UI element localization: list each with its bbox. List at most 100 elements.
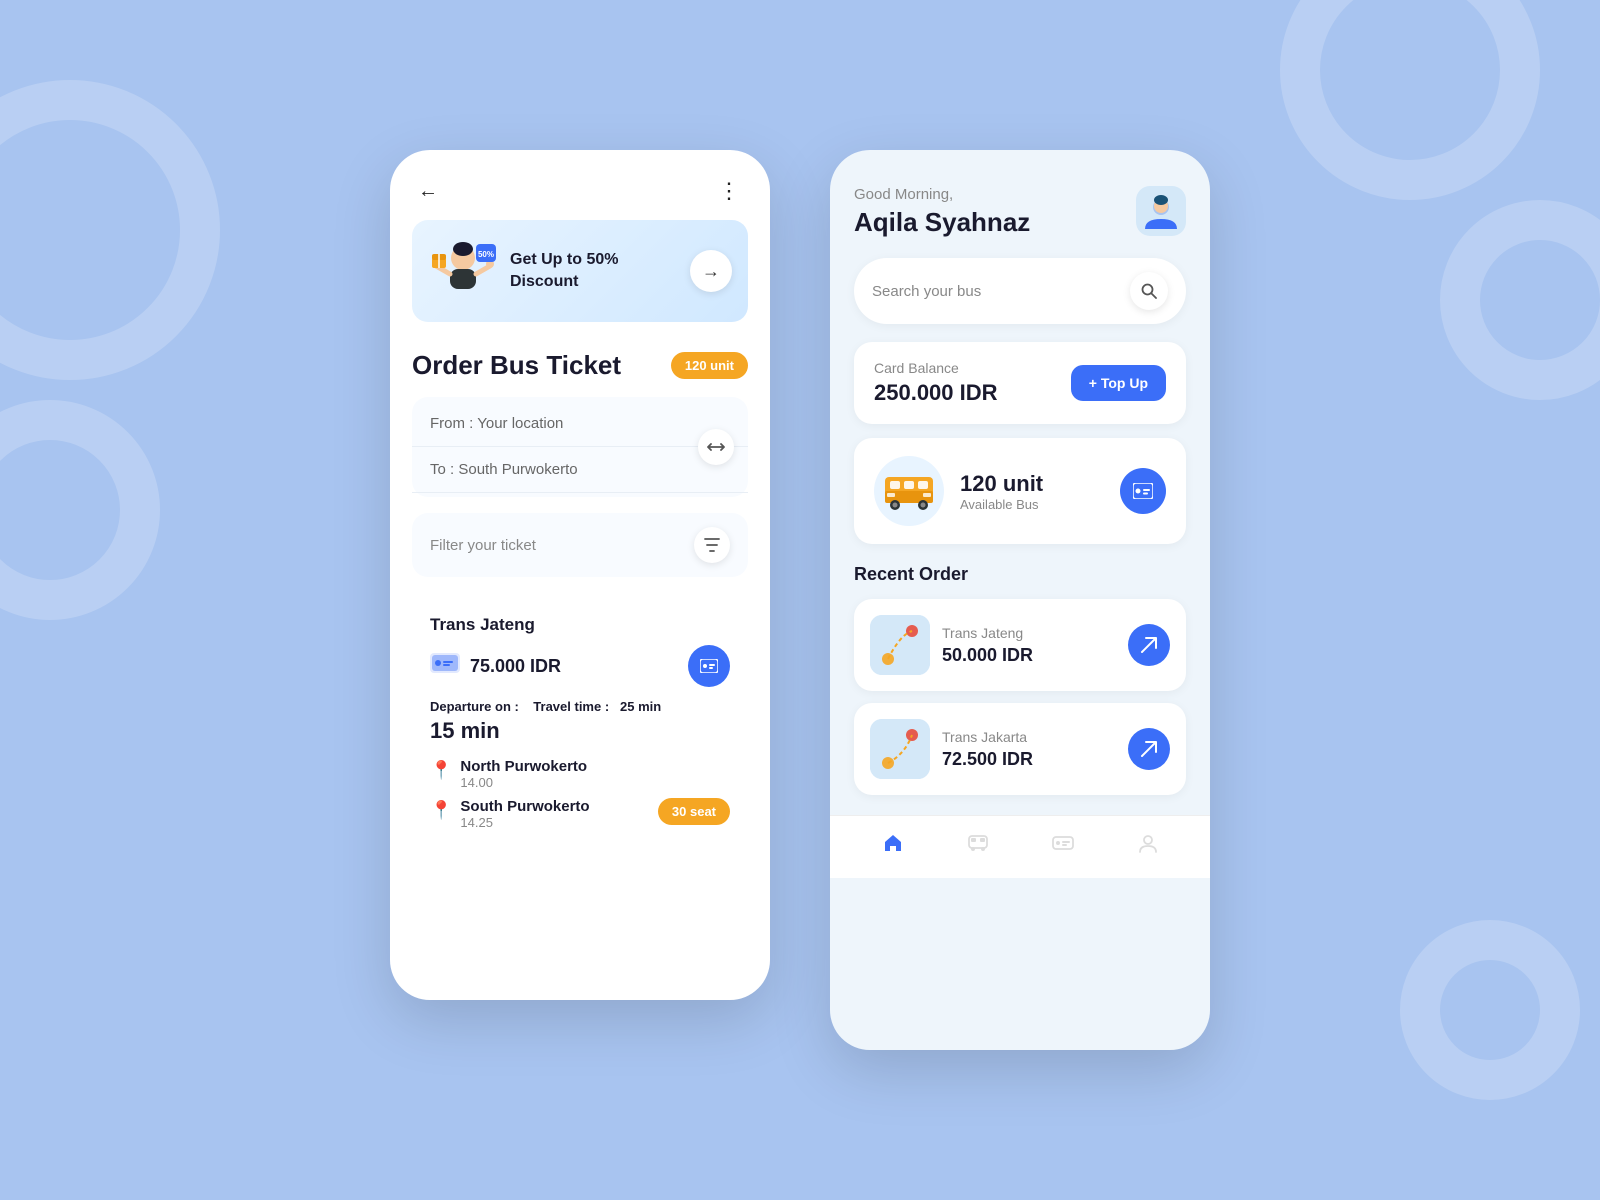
departure-info: Departure on : Travel time : 25 min: [430, 699, 730, 714]
stop-north-name: North Purwokerto: [460, 758, 587, 775]
buy-ticket-button[interactable]: [688, 645, 730, 687]
avatar[interactable]: [1136, 186, 1186, 236]
character-svg: 50%: [428, 236, 498, 306]
greeting-text: Good Morning,: [854, 186, 1030, 203]
location-section: From : Your location To : South Purwoker…: [412, 397, 748, 497]
home-header: Good Morning, Aqila Syahnaz: [854, 186, 1186, 238]
seat-badge: 30 seat: [658, 798, 730, 825]
filter-button[interactable]: [694, 527, 730, 563]
order-info-1: Trans Jateng 50.000 IDR: [942, 625, 1116, 666]
travel-time-value: 25 min: [620, 699, 661, 714]
nav-ticket[interactable]: [1052, 832, 1074, 862]
topup-button[interactable]: + Top Up: [1071, 365, 1166, 401]
more-options-button[interactable]: ⋮: [718, 178, 742, 204]
order-map-thumb-1: [870, 615, 930, 675]
order-card-1: Trans Jateng 50.000 IDR: [854, 599, 1186, 691]
bg-decoration-5: [1400, 920, 1580, 1100]
user-name: Aqila Syahnaz: [854, 207, 1030, 238]
bus-icon-container: [874, 456, 944, 526]
to-input[interactable]: To : South Purwokerto: [412, 447, 748, 493]
stop-south-info: South Purwokerto 14.25: [460, 798, 589, 830]
route-map-svg-2: [870, 719, 930, 779]
balance-amount: 250.000 IDR: [874, 380, 998, 406]
filter-label: Filter your ticket: [430, 537, 536, 554]
promo-description: Get Up to 50% Discount: [510, 249, 678, 294]
promo-banner: 50% Get Up to 50% Discount →: [412, 220, 748, 322]
promo-arrow-button[interactable]: →: [690, 250, 732, 292]
order-company-1: Trans Jateng: [942, 625, 1116, 641]
bus-icon-svg: [883, 471, 935, 511]
navigate-icon-2: [1140, 740, 1158, 758]
swap-locations-button[interactable]: [698, 429, 734, 465]
ticket-icon: [430, 653, 460, 679]
ticket-circle-icon: [1133, 483, 1153, 499]
home-svg: [882, 832, 904, 854]
order-title: Order Bus Ticket: [412, 350, 621, 381]
search-bar[interactable]: Search your bus: [854, 258, 1186, 324]
from-input[interactable]: From : Your location: [412, 401, 748, 447]
filter-icon: [704, 538, 720, 552]
bus-stats: 120 unit Available Bus: [944, 471, 1120, 512]
navigate-button-2[interactable]: [1128, 728, 1170, 770]
stop-south-name: South Purwokerto: [460, 798, 589, 815]
ticket-svg: [430, 653, 460, 673]
ticket-nav-icon: [1052, 832, 1074, 860]
route-map-svg-1: [870, 615, 930, 675]
order-title-row: Order Bus Ticket 120 unit: [390, 342, 770, 397]
stop-dot-blue: 📍: [430, 760, 452, 781]
search-placeholder-text: Search your bus: [872, 283, 1120, 300]
stop-south-time: 14.25: [460, 815, 589, 830]
stop-north-time: 14.00: [460, 775, 587, 790]
greeting-block: Good Morning, Aqila Syahnaz: [854, 186, 1030, 238]
search-icon: [1141, 283, 1157, 299]
swap-icon: [707, 438, 725, 456]
price-info: 75.000 IDR: [430, 653, 561, 679]
journey-duration: 15 min: [430, 718, 730, 744]
stop-north: 📍 North Purwokerto 14.00: [430, 758, 730, 790]
order-company-2: Trans Jakarta: [942, 729, 1116, 745]
order-price-2: 72.500 IDR: [942, 749, 1116, 770]
price-row: 75.000 IDR: [430, 645, 730, 687]
order-map-thumb-2: [870, 719, 930, 779]
home-content: Good Morning, Aqila Syahnaz Search your …: [830, 150, 1210, 795]
bus-available-label: Available Bus: [960, 497, 1120, 512]
svg-text:50%: 50%: [478, 250, 494, 259]
order-price-1: 50.000 IDR: [942, 645, 1116, 666]
available-bus-card: 120 unit Available Bus: [854, 438, 1186, 544]
phones-container: ← ⋮: [390, 150, 1210, 1050]
order-info-2: Trans Jakarta 72.500 IDR: [942, 729, 1116, 770]
bottom-navigation: [830, 815, 1210, 878]
navigate-icon-1: [1140, 636, 1158, 654]
arrow-icon: →: [702, 261, 720, 282]
nav-bus[interactable]: [967, 832, 989, 862]
ticket-nav-svg: [1052, 832, 1074, 854]
balance-label: Card Balance: [874, 360, 998, 376]
unit-badge: 120 unit: [671, 352, 748, 379]
bg-decoration-1: [0, 80, 220, 380]
ticket-price: 75.000 IDR: [470, 656, 561, 677]
phone-home: Good Morning, Aqila Syahnaz Search your …: [830, 150, 1210, 1050]
bus-ticket-button[interactable]: [1120, 468, 1166, 514]
nav-home[interactable]: [882, 832, 904, 862]
home-icon: [882, 832, 904, 860]
stop-dot-red: 📍: [430, 800, 452, 821]
filter-row: Filter your ticket: [412, 513, 748, 577]
navigate-button-1[interactable]: [1128, 624, 1170, 666]
bus-nav-icon: [967, 832, 989, 860]
recent-order-title: Recent Order: [854, 564, 1186, 585]
search-button[interactable]: [1130, 272, 1168, 310]
bus-company-name: Trans Jateng: [430, 615, 730, 635]
promo-character: 50%: [428, 236, 498, 306]
stop-north-info: North Purwokerto 14.00: [460, 758, 587, 790]
back-button[interactable]: ←: [418, 180, 438, 203]
stop-south: 📍 South Purwokerto 14.25: [430, 798, 590, 830]
nav-profile[interactable]: [1137, 832, 1159, 862]
bus-result-card: Trans Jateng 75.000 IDR: [412, 597, 748, 856]
bus-nav-svg: [967, 832, 989, 854]
ticket-buy-icon: [700, 659, 718, 673]
bg-decoration-4: [1440, 200, 1600, 400]
avatar-image: [1141, 191, 1181, 231]
phone-order-ticket: ← ⋮: [390, 150, 770, 1000]
profile-nav-svg: [1137, 832, 1159, 854]
bg-decoration-2: [0, 400, 160, 620]
